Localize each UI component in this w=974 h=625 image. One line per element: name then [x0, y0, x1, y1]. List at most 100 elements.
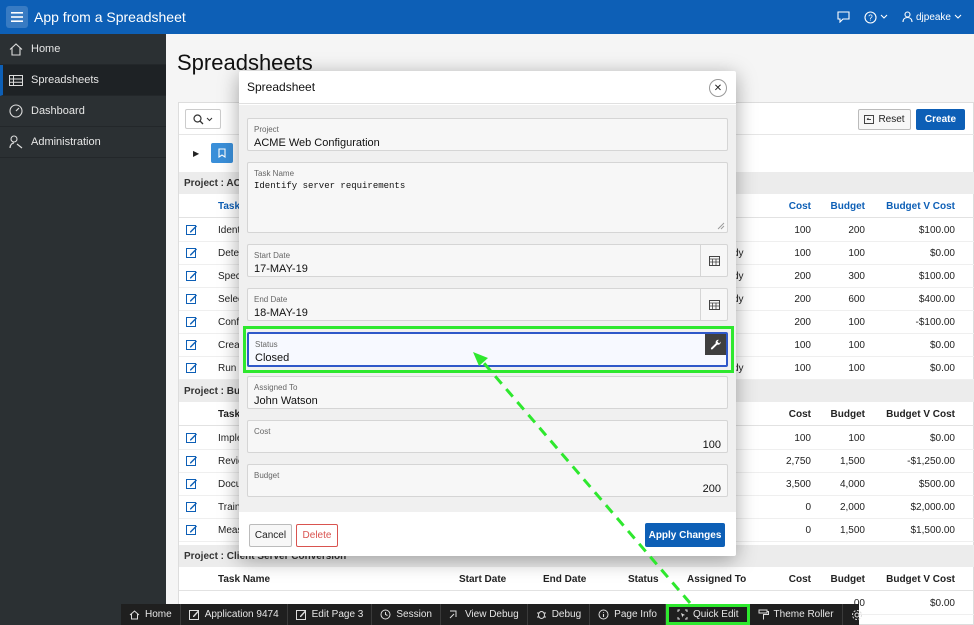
devbar-view-debug-button[interactable]: View Debug: [441, 604, 528, 625]
assigned-to-field[interactable]: Assigned To John Watson: [247, 376, 728, 409]
devbar-page-info-button[interactable]: Page Info: [590, 604, 666, 625]
cost-field[interactable]: Cost 100: [247, 420, 728, 453]
hamburger-icon: [11, 12, 23, 22]
task-name-textarea[interactable]: Task Name Identify server requirements: [247, 162, 728, 233]
edit-row-icon[interactable]: [186, 293, 198, 305]
edit-row-icon[interactable]: [186, 270, 198, 282]
devbar-quick-edit-button[interactable]: Quick Edit: [665, 604, 750, 625]
reset-button[interactable]: Reset: [858, 109, 911, 130]
column-header-assigned-to[interactable]: Assigned To: [687, 574, 746, 585]
end-date-calendar-button[interactable]: [700, 289, 727, 320]
edit-row-icon[interactable]: [186, 362, 198, 374]
column-header-cost[interactable]: Cost: [759, 409, 811, 420]
create-button[interactable]: Create: [916, 109, 965, 130]
cell-budget: 100: [848, 317, 865, 328]
cost-value: 100: [702, 439, 721, 451]
devbar-label: View Debug: [464, 609, 519, 620]
column-header-task-name[interactable]: Task Name: [218, 574, 270, 585]
close-icon: ✕: [713, 82, 723, 94]
cell-budget: 4,000: [839, 479, 865, 490]
column-header-cost[interactable]: Cost: [759, 574, 811, 585]
reset-label: Reset: [878, 114, 905, 125]
cell-cost: 0: [805, 525, 811, 536]
edit-row-icon[interactable]: [186, 224, 198, 236]
cell-cost: 100: [794, 363, 811, 374]
column-header-budget[interactable]: Budget: [815, 574, 865, 585]
column-header-start-date[interactable]: Start Date: [459, 574, 506, 585]
apply-changes-button[interactable]: Apply Changes: [645, 523, 725, 547]
devbar-home-button[interactable]: Home: [121, 604, 181, 625]
delete-button[interactable]: Delete: [296, 524, 338, 547]
column-header-task[interactable]: Task: [218, 201, 240, 212]
feedback-button[interactable]: [837, 11, 850, 23]
edit-row-icon[interactable]: [186, 501, 198, 513]
devbar-edit-page-button[interactable]: Edit Page 3: [288, 604, 373, 625]
edit-row-icon[interactable]: [186, 339, 198, 351]
quick-edit-wrench-button[interactable]: [705, 334, 726, 355]
column-header-cost[interactable]: Cost: [759, 201, 811, 212]
cell-budget-v-cost: $1,500.00: [910, 525, 956, 536]
column-header-end-date[interactable]: End Date: [543, 574, 586, 585]
cancel-button[interactable]: Cancel: [249, 524, 292, 547]
cell-cost: 2,750: [785, 456, 811, 467]
edit-row-icon[interactable]: [186, 524, 198, 536]
column-header-budget[interactable]: Budget: [815, 409, 865, 420]
start-date-field[interactable]: Start Date 17-MAY-19: [247, 244, 728, 277]
sidebar-item-label: Spreadsheets: [31, 74, 99, 86]
project-field[interactable]: Project ACME Web Configuration: [247, 118, 728, 151]
menu-toggle-button[interactable]: [6, 6, 28, 28]
dialog-body: Project ACME Web Configuration Task Name…: [239, 105, 736, 512]
wrench-user-icon: [8, 134, 24, 150]
column-header-budget-v-cost[interactable]: Budget V Cost: [869, 409, 955, 420]
devbar-label: Home: [145, 609, 172, 620]
cell-budget-v-cost: $500.00: [918, 479, 955, 490]
cell-budget-v-cost: $0.00: [929, 433, 955, 444]
end-date-field[interactable]: End Date 18-MAY-19: [247, 288, 728, 321]
column-header-task[interactable]: Task: [218, 409, 240, 420]
edit-row-icon[interactable]: [186, 316, 198, 328]
sidebar-item-dashboard[interactable]: Dashboard: [0, 96, 166, 127]
cell-cost: 3,500: [785, 479, 811, 490]
budget-field[interactable]: Budget 200: [247, 464, 728, 497]
start-date-calendar-button[interactable]: [700, 245, 727, 276]
sidebar-item-administration[interactable]: Administration: [0, 127, 166, 158]
sidebar-item-home[interactable]: Home: [0, 34, 166, 65]
user-icon: [902, 11, 913, 23]
bookmark-button[interactable]: [211, 143, 233, 163]
devbar-session-button[interactable]: Session: [372, 604, 441, 625]
devbar-application-button[interactable]: Application 9474: [181, 604, 288, 625]
devbar-debug-button[interactable]: Debug: [528, 604, 591, 625]
edit-row-icon[interactable]: [186, 432, 198, 444]
spreadsheet-dialog: Spreadsheet ✕ Project ACME Web Configura…: [239, 71, 736, 556]
close-button[interactable]: ✕: [709, 79, 727, 97]
start-date-label: Start Date: [254, 251, 291, 260]
status-label: Status: [255, 340, 278, 349]
user-menu-button[interactable]: djpeake: [902, 11, 962, 23]
status-field[interactable]: Status Closed: [247, 332, 728, 367]
cell-budget-v-cost: $0.00: [929, 598, 955, 609]
column-header-budget-v-cost[interactable]: Budget V Cost: [869, 574, 955, 585]
edit-row-icon[interactable]: [186, 478, 198, 490]
chevron-down-icon: [206, 117, 213, 121]
project-label: Project: [254, 125, 279, 134]
quick-edit-icon: [677, 609, 688, 620]
chat-bubble-icon: [837, 11, 850, 23]
devbar-label: Edit Page 3: [311, 609, 364, 620]
devbar-label: Debug: [551, 609, 582, 620]
column-header-budget-v-cost[interactable]: Budget V Cost: [869, 201, 955, 212]
cell-budget-v-cost: $0.00: [929, 248, 955, 259]
edit-row-icon[interactable]: [186, 455, 198, 467]
sidebar-item-spreadsheets[interactable]: Spreadsheets: [0, 65, 166, 96]
devbar-settings-button[interactable]: [843, 604, 871, 625]
cell-cost: 200: [794, 317, 811, 328]
column-header-budget[interactable]: Budget: [815, 201, 865, 212]
dialog-title: Spreadsheet: [239, 71, 736, 104]
search-menu-button[interactable]: [185, 109, 221, 129]
expand-triangle-icon[interactable]: ▶: [193, 149, 199, 158]
help-menu-button[interactable]: ?: [864, 10, 888, 24]
edit-row-icon[interactable]: [186, 247, 198, 259]
devbar-theme-roller-button[interactable]: Theme Roller: [750, 604, 843, 625]
resize-handle-icon[interactable]: [717, 222, 725, 230]
app-title[interactable]: App from a Spreadsheet: [34, 9, 186, 25]
column-header-status[interactable]: Status: [628, 574, 659, 585]
